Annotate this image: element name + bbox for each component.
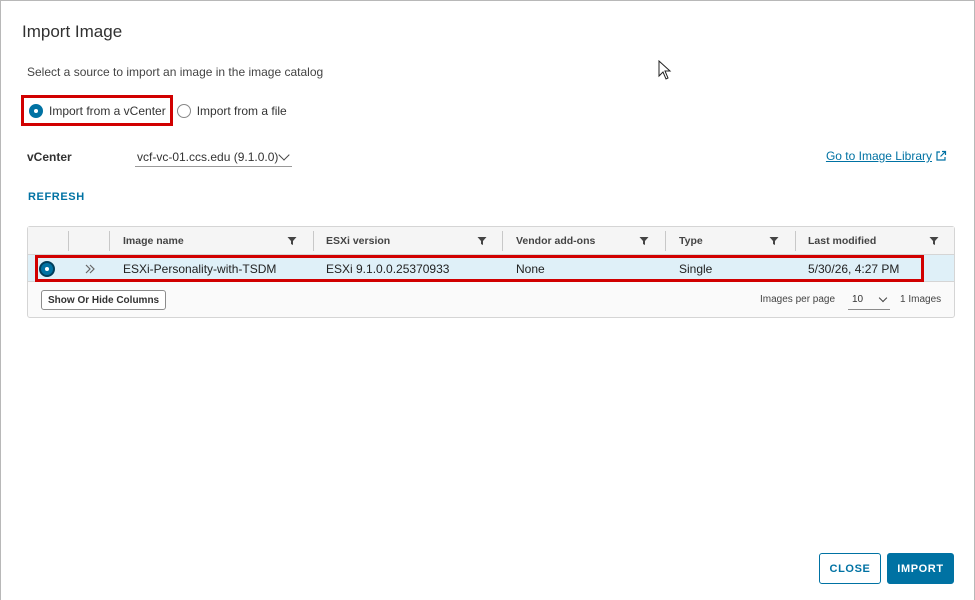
chevron-down-icon [878, 293, 888, 302]
filter-icon[interactable] [769, 236, 779, 246]
cell-last-modified: 5/30/26, 4:27 PM [808, 261, 900, 276]
per-page-value: 10 [852, 294, 864, 305]
filter-icon[interactable] [929, 236, 939, 246]
cell-image-name: ESXi-Personality-with-TSDM [123, 261, 277, 276]
images-datagrid: Image name ESXi version Vendor add-ons T… [27, 226, 955, 318]
external-link-icon [936, 150, 947, 161]
column-separator [795, 231, 796, 251]
images-per-page-label: Images per page [760, 294, 836, 305]
dialog-subtitle: Select a source to import an image in th… [27, 65, 324, 79]
column-header-image-name[interactable]: Image name [123, 227, 184, 255]
source-radio-group: Import from a vCenter Import from a file [21, 95, 287, 126]
close-button[interactable]: CLOSE [819, 553, 881, 584]
double-chevron-right-icon[interactable] [84, 263, 96, 275]
images-count: 1 Images [900, 294, 942, 305]
column-separator [68, 231, 69, 251]
column-header-type[interactable]: Type [679, 227, 703, 255]
column-separator [313, 231, 314, 251]
column-header-last-modified[interactable]: Last modified [808, 227, 876, 255]
radio-import-from-vcenter[interactable]: Import from a vCenter [21, 95, 173, 126]
show-hide-columns-button[interactable]: Show Or Hide Columns [41, 290, 167, 310]
go-to-image-library-link[interactable]: Go to Image Library [826, 149, 947, 163]
filter-icon[interactable] [639, 236, 649, 246]
filter-icon[interactable] [287, 236, 297, 246]
cell-vendor-add-ons: None [516, 261, 545, 276]
import-button[interactable]: IMPORT [887, 553, 954, 584]
column-separator [502, 231, 503, 251]
radio-import-from-file[interactable]: Import from a file [176, 103, 287, 118]
column-header-vendor-add-ons[interactable]: Vendor add-ons [516, 227, 595, 255]
images-per-page-select[interactable]: 10 [848, 290, 890, 310]
vcenter-selected-value: vcf-vc-01.ccs.edu (9.1.0.0) [137, 149, 279, 164]
table-row[interactable]: ESXi-Personality-with-TSDM ESXi 9.1.0.0.… [28, 255, 954, 282]
filter-icon[interactable] [477, 236, 487, 246]
dialog-title: Import Image [22, 22, 123, 41]
column-header-esxi-version[interactable]: ESXi version [326, 227, 390, 255]
mouse-pointer-icon [658, 60, 672, 80]
radio-label-vcenter: Import from a vCenter [49, 103, 166, 118]
chevron-down-icon [278, 148, 290, 161]
cell-esxi-version: ESXi 9.1.0.0.25370933 [326, 261, 450, 276]
radio-unselected-icon[interactable] [176, 103, 191, 118]
radio-selected-icon[interactable] [29, 103, 43, 118]
library-link-label: Go to Image Library [825, 149, 932, 163]
vcenter-select[interactable]: vcf-vc-01.ccs.edu (9.1.0.0) [135, 147, 292, 167]
vcenter-label: vCenter [27, 150, 72, 164]
row-select-radio[interactable] [39, 261, 55, 277]
datagrid-header: Image name ESXi version Vendor add-ons T… [28, 227, 954, 255]
radio-label-file: Import from a file [196, 103, 287, 118]
datagrid-footer: Show Or Hide Columns Images per page 10 … [28, 283, 954, 317]
import-image-dialog: Import Image Select a source to import a… [0, 0, 975, 600]
refresh-button[interactable]: REFRESH [28, 191, 85, 203]
column-separator [109, 231, 110, 251]
column-separator [665, 231, 666, 251]
cell-type: Single [679, 261, 713, 276]
